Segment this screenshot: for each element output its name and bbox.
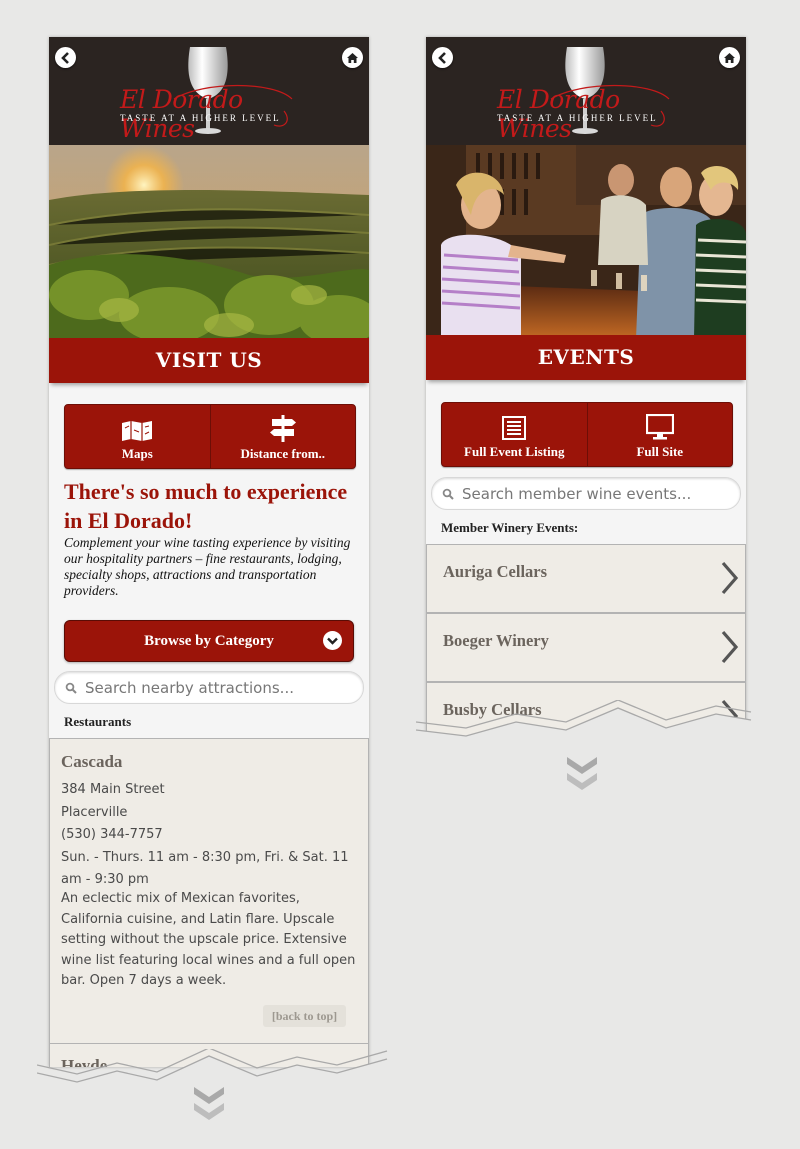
action-button-group: Full Event Listing Full Site	[441, 402, 733, 467]
map-icon	[122, 421, 153, 441]
full-event-listing-button[interactable]: Full Event Listing	[442, 403, 587, 466]
distance-from-label: Distance from..	[240, 446, 326, 461]
listing-city: Placerville	[61, 804, 128, 820]
chevron-right-icon	[721, 630, 739, 664]
winery-name: Auriga Cellars	[443, 562, 548, 581]
action-button-group: Maps Distance from..	[64, 404, 356, 469]
back-arrow-icon	[437, 51, 446, 64]
home-button[interactable]	[342, 47, 363, 68]
chevron-down-icon	[323, 631, 342, 650]
double-chevron-down-icon	[194, 1087, 224, 1120]
listing-card: Cascada 384 Main Street Placerville (530…	[49, 738, 369, 1045]
search-icon	[65, 682, 77, 694]
logo-tagline: TASTE AT A HIGHER LEVEL	[497, 113, 658, 123]
search-icon	[442, 488, 454, 500]
list-icon	[502, 416, 527, 440]
search-input[interactable]	[462, 484, 712, 503]
back-button[interactable]	[432, 47, 453, 68]
back-button[interactable]	[55, 47, 76, 68]
browse-label: Browse by Category	[144, 632, 274, 649]
browse-by-category-dropdown[interactable]: Browse by Category	[64, 620, 354, 662]
logo-tagline: TASTE AT A HIGHER LEVEL	[120, 113, 281, 123]
listing-phone[interactable]: (530) 344-7757	[61, 824, 361, 847]
section-label: Member Winery Events:	[441, 520, 579, 535]
page-title: EVENTS	[426, 335, 746, 380]
app-header: El Dorado Wines TASTE AT A HIGHER LEVEL	[49, 37, 369, 145]
events-search[interactable]	[431, 477, 741, 510]
maps-label: Maps	[121, 446, 153, 461]
attractions-search[interactable]	[54, 671, 364, 704]
back-to-top-link[interactable]: [back to top]	[263, 1005, 346, 1027]
visit-us-screen: El Dorado Wines TASTE AT A HIGHER LEVEL	[49, 37, 369, 1067]
home-button[interactable]	[719, 47, 740, 68]
app-header: El Dorado Wines TASTE AT A HIGHER LEVEL	[426, 37, 746, 145]
monitor-icon	[645, 414, 674, 440]
back-arrow-icon	[60, 51, 69, 64]
winery-list-item[interactable]: Auriga Cellars	[426, 544, 746, 613]
winery-name: Boeger Winery	[443, 631, 549, 650]
chevron-right-icon	[721, 561, 739, 595]
page-title: VISIT US	[49, 338, 369, 383]
wine-tasting-hero-image	[426, 145, 746, 339]
full-event-listing-label: Full Event Listing	[464, 444, 565, 459]
listing-hours: Sun. - Thurs. 11 am - 8:30 pm, Fri. & Sa…	[61, 849, 349, 888]
logo: El Dorado Wines TASTE AT A HIGHER LEVEL	[114, 41, 304, 143]
events-screen: El Dorado Wines TASTE AT A HIGHER LEVEL	[426, 37, 746, 737]
intro-text: Complement your wine tasting experience …	[64, 535, 351, 598]
signpost-icon	[269, 415, 296, 442]
listing-address: 384 Main Street	[61, 782, 165, 797]
vineyard-hero-image	[49, 145, 369, 340]
logo: El Dorado Wines TASTE AT A HIGHER LEVEL	[491, 41, 681, 143]
listing-description: An eclectic mix of Mexican favorites, Ca…	[61, 891, 356, 988]
full-site-button[interactable]: Full Site	[586, 403, 733, 466]
distance-from-button[interactable]: Distance from..	[209, 405, 356, 468]
home-icon	[347, 52, 358, 63]
listing-info: 384 Main Street Placerville (530) 344-77…	[61, 779, 361, 892]
search-input[interactable]	[85, 678, 335, 697]
home-icon	[724, 52, 735, 63]
full-site-label: Full Site	[636, 444, 684, 459]
listing-name: Cascada	[61, 752, 123, 771]
maps-button[interactable]: Maps	[65, 405, 210, 468]
headline: There's so much to experience in El Dora…	[64, 479, 348, 533]
section-label: Restaurants	[64, 714, 132, 729]
winery-list-item[interactable]: Boeger Winery	[426, 613, 746, 682]
double-chevron-down-icon	[567, 757, 597, 790]
